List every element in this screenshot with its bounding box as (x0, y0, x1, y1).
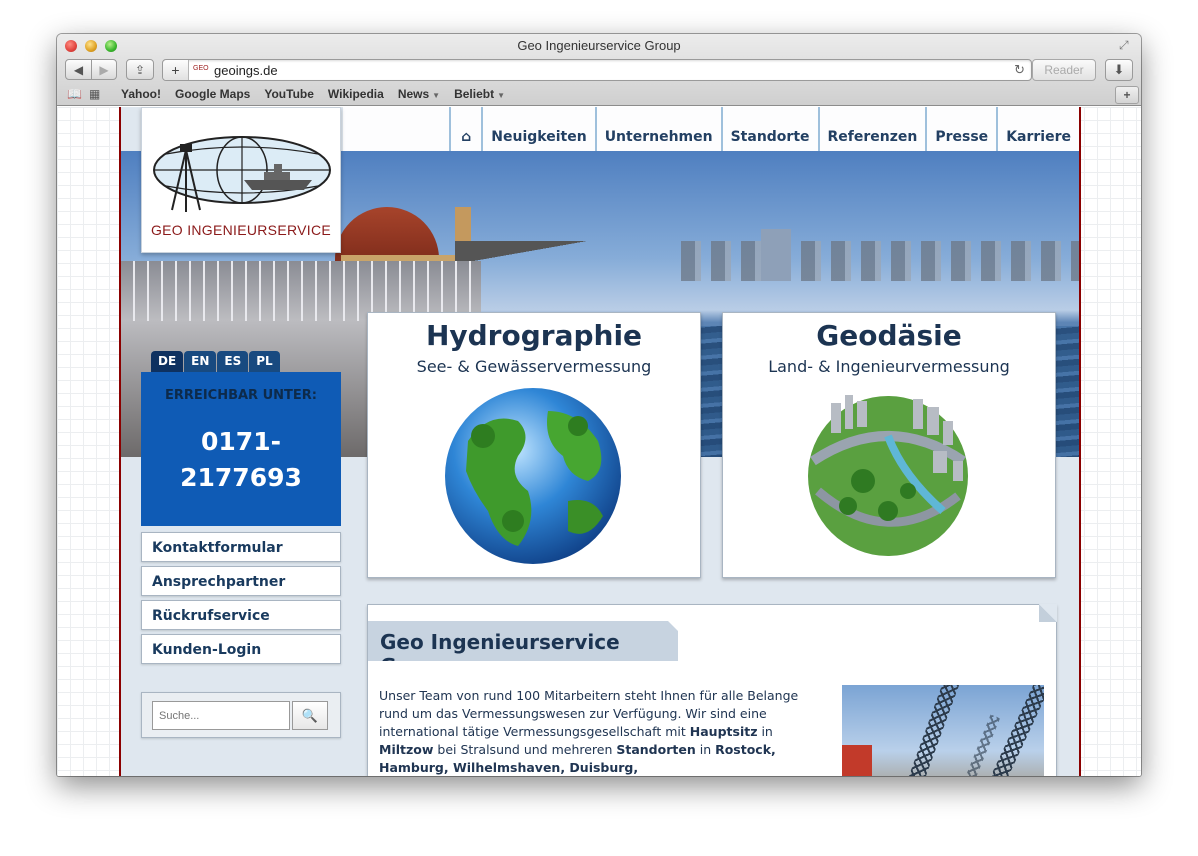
favicon: GEO (193, 65, 209, 72)
card-title: Hydrographie (425, 319, 643, 352)
intro-heading: Geo Ingenieurservice Group (368, 621, 678, 661)
bookmarks-bar: 📖 ▦ Yahoo! Google Maps YouTube Wikipedia… (57, 84, 1141, 104)
home-icon[interactable]: ⌂ (449, 107, 481, 151)
nav-referenzen[interactable]: Referenzen (817, 107, 926, 151)
top-navigation: ⌂ Neuigkeiten Unternehmen Standorte Refe… (343, 107, 1079, 151)
hero-skyline (681, 241, 1079, 281)
reload-icon[interactable]: ↻ (1014, 62, 1025, 78)
phone-number[interactable]: 0171- 2177693 (151, 424, 331, 496)
nav-unternehmen[interactable]: Unternehmen (594, 107, 721, 151)
chevron-down-icon: ▼ (497, 91, 506, 100)
intro-text-part: in (695, 742, 716, 757)
top-sites-icon[interactable]: ▦ (89, 87, 107, 101)
new-tab-button[interactable]: + (1115, 86, 1139, 104)
hero-tower-building (761, 229, 791, 281)
green-earth-icon (445, 388, 621, 564)
lang-es[interactable]: ES (217, 351, 249, 373)
link-kunden-login[interactable]: Kunden-Login (141, 634, 341, 664)
card-subtitle: Land- & Ingenieurvermessung (768, 357, 1010, 376)
crane-shape (902, 685, 962, 776)
site-logo[interactable]: GEO INGENIEURSERVICE (141, 107, 341, 253)
card-subtitle: See- & Gewässervermessung (416, 357, 652, 376)
reading-list-icon[interactable]: 📖 (67, 87, 85, 101)
lang-de[interactable]: DE (151, 351, 184, 373)
intro-bold-miltzow: Miltzow (379, 742, 434, 757)
address-bar[interactable]: + GEO geoings.de ↻ (162, 59, 1032, 81)
bookmark-beliebt-folder[interactable]: Beliebt ▼ (454, 87, 505, 101)
intro-bold-hauptsitz: Hauptsitz (689, 724, 758, 739)
lang-pl[interactable]: PL (249, 351, 280, 373)
browser-window: Geo Ingenieurservice Group ⤢ ◀ ▶ ⇪ + GEO… (57, 34, 1141, 776)
link-rueckrufservice[interactable]: Rückrufservice (141, 600, 341, 630)
web-page: ⌂ Neuigkeiten Unternehmen Standorte Refe… (57, 107, 1141, 776)
crane-shape (942, 714, 1000, 776)
logo-globe-icon (153, 136, 331, 212)
browser-chrome: Geo Ingenieurservice Group ⤢ ◀ ▶ ⇪ + GEO… (57, 34, 1141, 106)
intro-text: Unser Team von rund 100 Mitarbeitern ste… (379, 687, 819, 776)
intro-text-part: in (757, 724, 773, 739)
search-input[interactable] (152, 701, 290, 730)
bookmark-wikipedia[interactable]: Wikipedia (328, 87, 384, 101)
site-container: ⌂ Neuigkeiten Unternehmen Standorte Refe… (119, 107, 1081, 776)
red-structure (842, 745, 872, 776)
window-title: Geo Ingenieurservice Group (517, 38, 681, 53)
nav-presse[interactable]: Presse (925, 107, 996, 151)
card-geodaesie[interactable]: Geodäsie Land- & Ingenieurvermessung (722, 312, 1056, 578)
nav-neuigkeiten[interactable]: Neuigkeiten (481, 107, 594, 151)
city-planet-icon (808, 395, 968, 556)
link-kontaktformular[interactable]: Kontaktformular (141, 532, 341, 562)
reader-button[interactable]: Reader (1032, 59, 1096, 81)
corner-fold (1039, 604, 1057, 622)
bookmark-beliebt-label: Beliebt (454, 87, 495, 101)
link-ansprechpartner[interactable]: Ansprechpartner (141, 566, 341, 596)
contact-box: ERREICHBAR UNTER: 0171- 2177693 (141, 372, 341, 526)
bookmark-youtube[interactable]: YouTube (264, 87, 314, 101)
bookmark-yahoo[interactable]: Yahoo! (121, 87, 161, 101)
intro-panel: Geo Ingenieurservice Group Unser Team vo… (367, 604, 1057, 776)
search-button[interactable]: 🔍 (292, 701, 328, 730)
bookmark-news-label: News (397, 87, 430, 101)
url-text[interactable]: geoings.de (214, 63, 278, 78)
lang-en[interactable]: EN (184, 351, 217, 373)
forward-button[interactable]: ▶ (91, 59, 117, 80)
card-hydrographie[interactable]: Hydrographie See- & Gewässervermessung (367, 312, 701, 578)
intro-text-part: bei Stralsund und mehreren (433, 742, 617, 757)
add-bookmark-button[interactable]: + (163, 60, 189, 80)
cranes-photo (842, 685, 1044, 776)
intro-bold-standorte[interactable]: Standorten (616, 742, 695, 757)
chevron-down-icon: ▼ (432, 91, 441, 100)
contact-label: ERREICHBAR UNTER: (165, 388, 317, 403)
bookmark-google-maps[interactable]: Google Maps (175, 87, 250, 101)
logo-text: GEO INGENIEURSERVICE (150, 222, 331, 238)
downloads-button[interactable]: ⬇ (1105, 59, 1133, 81)
bookmark-news-folder[interactable]: News ▼ (398, 87, 440, 101)
back-button[interactable]: ◀ (65, 59, 92, 80)
card-title: Geodäsie (816, 319, 962, 352)
nav-standorte[interactable]: Standorte (720, 107, 818, 151)
fullscreen-icon[interactable]: ⤢ (1119, 38, 1133, 52)
phone-line-2: 2177693 (180, 463, 302, 492)
share-button[interactable]: ⇪ (126, 59, 154, 80)
language-tabs: DE EN ES PL (151, 351, 281, 373)
phone-line-1: 0171- (201, 427, 281, 456)
search-box: 🔍 (141, 692, 341, 738)
nav-karriere[interactable]: Karriere (996, 107, 1079, 151)
